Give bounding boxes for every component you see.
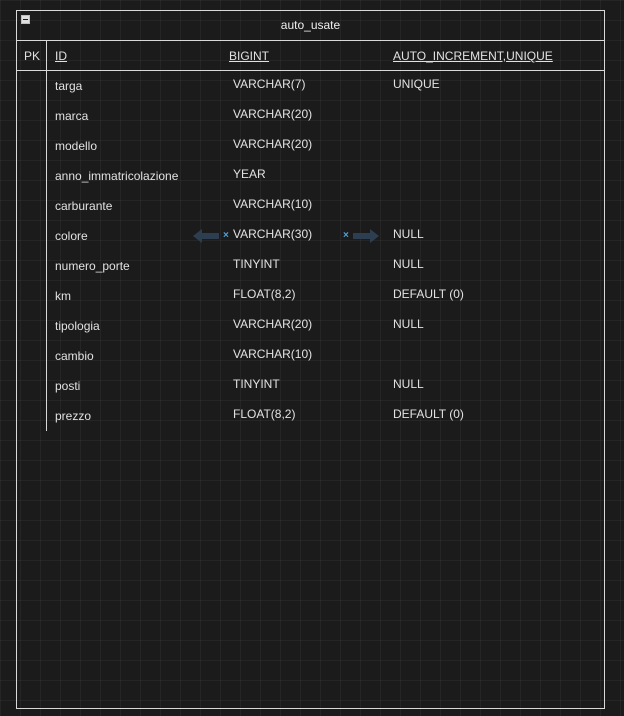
pk-field-type: BIGINT	[229, 49, 270, 63]
arrow-right-icon[interactable]	[353, 229, 379, 243]
field-extra: NULL	[393, 317, 424, 331]
field-name: targa	[55, 79, 83, 93]
field-name: anno_immatricolazione	[55, 169, 179, 183]
field-extra: DEFAULT (0)	[393, 407, 464, 421]
field-name: carburante	[55, 199, 113, 213]
field-extra: DEFAULT (0)	[393, 287, 464, 301]
table-title-bar[interactable]: auto_usate	[17, 11, 604, 41]
field-extra: NULL	[393, 377, 424, 391]
field-type: YEAR	[233, 167, 266, 181]
field-name: prezzo	[55, 409, 92, 423]
field-extra: UNIQUE	[393, 77, 440, 91]
field-type: VARCHAR(20)	[233, 317, 313, 331]
field-name: colore	[55, 229, 88, 243]
field-name: marca	[55, 109, 89, 123]
field-type: FLOAT(8,2)	[233, 407, 296, 421]
field-type: VARCHAR(20)	[233, 107, 313, 121]
field-name: numero_porte	[55, 259, 130, 273]
field-type: FLOAT(8,2)	[233, 287, 296, 301]
field-type: VARCHAR(7)	[233, 77, 306, 91]
resize-handle-icon[interactable]: ×	[223, 230, 229, 241]
pk-field-extra: AUTO_INCREMENT,UNIQUE	[393, 49, 553, 63]
field-name: km	[55, 289, 71, 303]
field-type: VARCHAR(10)	[233, 197, 313, 211]
body-column-divider	[46, 71, 47, 431]
field-name: modello	[55, 139, 98, 153]
pk-column-divider	[46, 41, 47, 72]
field-type: VARCHAR(10)	[233, 347, 313, 361]
arrow-left-icon[interactable]	[193, 229, 219, 243]
field-type: TINYINT	[233, 257, 280, 271]
field-name: cambio	[55, 349, 94, 363]
field-name: tipologia	[55, 319, 100, 333]
field-name: posti	[55, 379, 81, 393]
pk-label: PK	[24, 49, 41, 63]
field-type: VARCHAR(20)	[233, 137, 313, 151]
entity-table[interactable]: auto_usate PK ID BIGINT AUTO_INCREMENT,U…	[16, 10, 605, 709]
pk-field-name: ID	[55, 49, 67, 63]
resize-handle-icon[interactable]: ×	[343, 230, 349, 241]
field-type: TINYINT	[233, 377, 280, 391]
field-extra: NULL	[393, 227, 424, 241]
field-type: VARCHAR(30)	[233, 227, 313, 241]
field-extra: NULL	[393, 257, 424, 271]
pk-row[interactable]: PK ID BIGINT AUTO_INCREMENT,UNIQUE	[17, 41, 604, 71]
table-title: auto_usate	[280, 18, 341, 32]
